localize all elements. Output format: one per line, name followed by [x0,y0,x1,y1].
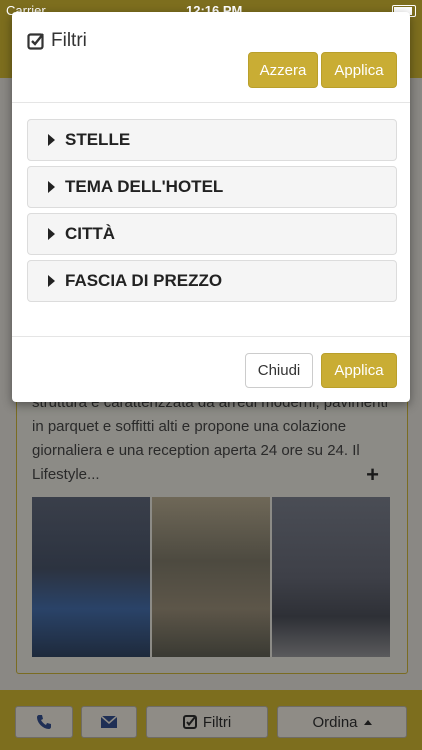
caret-right-icon [48,275,55,287]
reset-button[interactable]: Azzera [248,52,318,88]
hotel-photo[interactable] [32,497,150,657]
hotel-photos[interactable] [32,497,390,657]
call-button[interactable] [15,706,73,738]
caret-right-icon [48,181,55,193]
divider [12,336,410,337]
hotel-photo[interactable] [272,497,390,657]
accordion-label: CITTÀ [65,224,116,243]
sort-button-label: Ordina [312,713,358,731]
accordion-citta[interactable]: CITTÀ [27,213,397,255]
accordion-label: STELLE [65,130,131,149]
mail-icon [100,715,118,728]
accordion-label: TEMA DELL'HOTEL [65,177,224,196]
modal-title-text: Filtri [51,30,87,51]
phone-icon [37,715,51,729]
apply-button-top[interactable]: Applica [321,52,397,88]
filters-button[interactable]: Filtri [146,706,268,738]
divider [12,102,410,103]
apply-button-bottom[interactable]: Applica [321,353,397,388]
accordion-stelle[interactable]: STELLE [27,119,397,161]
accordion-fascia-prezzo[interactable]: FASCIA DI PREZZO [27,260,397,302]
filters-button-label: Filtri [202,713,232,731]
accordion-label: FASCIA DI PREZZO [65,271,223,290]
close-button[interactable]: Chiudi [245,353,313,388]
email-button[interactable] [81,706,137,738]
check-square-icon [182,715,197,729]
caret-right-icon [48,228,55,240]
check-square-icon [27,33,44,50]
hotel-description: struttura è caratterizzata da arredi mod… [32,394,388,483]
filters-modal: Filtri Azzera Applica STELLE TEMA DELL'H… [12,12,410,402]
caret-up-icon [363,720,372,725]
sort-button[interactable]: Ordina [277,706,407,738]
modal-title: Filtri [27,30,87,52]
expand-plus-icon[interactable]: + [366,462,379,488]
accordion-tema-hotel[interactable]: TEMA DELL'HOTEL [27,166,397,208]
hotel-photo[interactable] [152,497,270,657]
caret-right-icon [48,134,55,146]
bottom-toolbar: Filtri Ordina [0,690,422,750]
